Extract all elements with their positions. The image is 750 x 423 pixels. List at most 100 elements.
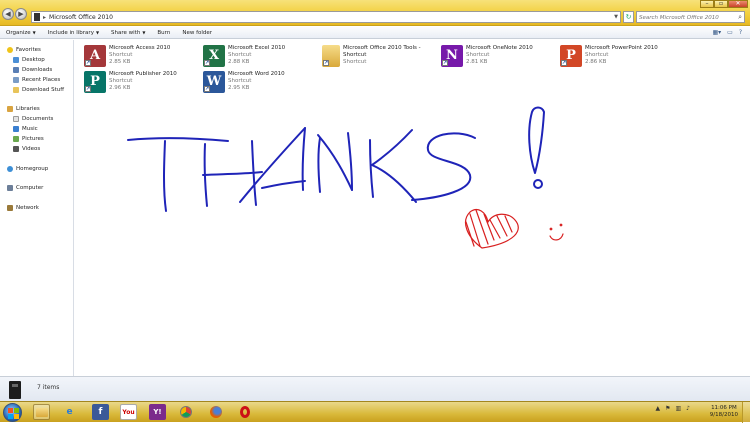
search-box[interactable]: ⌕ bbox=[636, 11, 745, 23]
file-size: 2.85 KB bbox=[109, 59, 131, 65]
taskbar-chrome-button[interactable] bbox=[177, 404, 194, 420]
show-desktop-button[interactable] bbox=[742, 402, 750, 423]
stroke-h-left bbox=[203, 143, 208, 207]
file-item[interactable]: P ↗ Microsoft PowerPoint 2010 Shortcut 2.86… bbox=[560, 45, 658, 69]
clock-time: 11:06 PM bbox=[711, 405, 737, 411]
include-in-library-label: Include in library bbox=[47, 29, 94, 36]
taskbar-ie-button[interactable]: e bbox=[61, 404, 78, 420]
forward-button[interactable]: ▶ bbox=[15, 8, 27, 20]
tray-volume-icon[interactable]: ♪ bbox=[686, 405, 690, 412]
sidebar-item-videos[interactable]: Videos bbox=[13, 144, 40, 153]
smiley-right-eye bbox=[559, 223, 563, 227]
tray-flag-icon[interactable]: ▲ bbox=[655, 405, 660, 412]
search-input[interactable] bbox=[639, 13, 735, 22]
minimize-button[interactable]: – bbox=[700, 0, 714, 8]
file-size: 2.86 KB bbox=[585, 59, 607, 65]
stroke-n-right bbox=[347, 132, 353, 191]
sidebar-item-homegroup[interactable]: Homegroup bbox=[7, 164, 48, 173]
stroke-n-left bbox=[317, 137, 321, 193]
share-with-button[interactable]: Share with ▼ bbox=[105, 30, 151, 36]
file-name: Microsoft Word 2010 bbox=[228, 71, 285, 77]
sidebar-item-recent-places[interactable]: Recent Places bbox=[13, 75, 60, 84]
stroke-n-diag bbox=[317, 134, 353, 191]
clock[interactable]: 11:06 PM 9/18/2010 bbox=[710, 405, 738, 419]
file-type: Shortcut bbox=[228, 52, 252, 58]
sidebar-item-pictures[interactable]: Pictures bbox=[13, 134, 44, 143]
taskbar-facebook-button[interactable]: f bbox=[92, 404, 109, 420]
sidebar-item-computer[interactable]: Computer bbox=[7, 183, 43, 192]
taskbar-explorer-button[interactable] bbox=[33, 404, 50, 420]
taskbar-youtube-button[interactable]: You bbox=[120, 404, 137, 420]
dropdown-arrow-icon: ▼ bbox=[95, 29, 100, 35]
sidebar-item-network[interactable]: Network bbox=[7, 203, 39, 212]
title-bar: ◀ ▶ ▸ Microsoft Office 2010 ▼ ↻ ⌕ – ▫ ✕ bbox=[0, 0, 750, 26]
sidebar-item-favorites[interactable]: Favorites bbox=[7, 45, 41, 54]
include-in-library-button[interactable]: Include in library ▼ bbox=[42, 30, 105, 36]
dropdown-arrow-icon: ▼ bbox=[32, 29, 36, 35]
view-options-icon[interactable]: ▦▾ bbox=[712, 29, 721, 36]
file-item[interactable]: W ↗ Microsoft Word 2010 Shortcut 2.95 KB bbox=[203, 71, 285, 95]
tray-flag-icon[interactable]: ⚑ bbox=[665, 405, 670, 412]
sidebar-item-downloads[interactable]: Downloads bbox=[13, 65, 52, 74]
folder-icon bbox=[34, 13, 40, 21]
maximize-button[interactable]: ▫ bbox=[714, 0, 728, 8]
sidebar-item-label: Music bbox=[22, 125, 38, 132]
file-item[interactable]: P ↗ Microsoft Publisher 2010 Shortcut 2.96 … bbox=[84, 71, 177, 95]
preview-pane-icon[interactable]: ▭ bbox=[727, 29, 733, 36]
folder-icon: ↗ bbox=[322, 45, 340, 67]
system-tray: ▲ ⚑ ▥ ♪ bbox=[655, 405, 690, 412]
chevron-right-icon[interactable]: ▸ bbox=[43, 14, 46, 21]
sidebar-item-label: Download Stuff bbox=[22, 86, 65, 93]
sidebar-item-music[interactable]: Music bbox=[13, 124, 38, 133]
shortcut-arrow-icon: ↗ bbox=[442, 60, 448, 66]
search-icon[interactable]: ⌕ bbox=[738, 13, 742, 22]
close-button[interactable]: ✕ bbox=[728, 0, 748, 8]
refresh-button[interactable]: ↻ bbox=[623, 11, 634, 23]
file-size: 2.88 KB bbox=[228, 59, 250, 65]
sidebar-item-libraries[interactable]: Libraries bbox=[7, 104, 40, 113]
sidebar-item-download-stuff[interactable]: Download Stuff bbox=[13, 85, 64, 94]
sidebar-item-documents[interactable]: Documents bbox=[13, 114, 53, 123]
clock-date: 9/18/2010 bbox=[709, 412, 738, 418]
sidebar-item-label: Homegroup bbox=[16, 165, 49, 172]
stroke-t-stem bbox=[163, 140, 167, 212]
tray-network-icon[interactable]: ▥ bbox=[675, 405, 681, 412]
address-bar[interactable]: ▸ Microsoft Office 2010 ▼ bbox=[31, 11, 621, 23]
organize-button[interactable]: Organize ▼ bbox=[0, 30, 42, 36]
sidebar-item-label: Computer bbox=[16, 184, 44, 191]
breadcrumb[interactable]: Microsoft Office 2010 bbox=[49, 14, 113, 21]
shortcut-arrow-icon: ↗ bbox=[85, 60, 91, 66]
chevron-down-icon[interactable]: ▼ bbox=[614, 14, 618, 20]
sidebar-item-label: Desktop bbox=[22, 56, 45, 63]
burn-button[interactable]: Burn bbox=[151, 30, 176, 36]
file-type: Shortcut bbox=[228, 78, 252, 84]
organize-label: Organize bbox=[6, 29, 31, 36]
file-item[interactable]: X ↗ Microsoft Excel 2010 Shortcut 2.88 KB bbox=[203, 45, 285, 69]
windows-logo-icon bbox=[14, 414, 19, 419]
file-item[interactable]: N ↗ Microsoft OneNote 2010 Shortcut 2.81 KB bbox=[441, 45, 533, 69]
taskbar-firefox-button[interactable] bbox=[207, 404, 224, 420]
help-icon[interactable]: ? bbox=[739, 29, 742, 36]
heart-hatching bbox=[465, 209, 513, 247]
powerpoint-icon: P ↗ bbox=[560, 45, 582, 67]
file-type: Shortcut bbox=[343, 59, 367, 65]
file-item[interactable]: ↗ Microsoft Office 2010 Tools - Shortcut… bbox=[322, 45, 423, 69]
downloads-icon bbox=[13, 66, 19, 73]
smiley-mouth bbox=[549, 233, 564, 241]
computer-tower-icon bbox=[9, 381, 21, 399]
start-button[interactable] bbox=[3, 403, 22, 422]
documents-icon bbox=[13, 115, 19, 122]
music-icon bbox=[13, 125, 19, 132]
yahoo-messenger-icon: Y! bbox=[153, 408, 162, 416]
taskbar: e f You Y! ▲ ⚑ ▥ ♪ 11:06 PM 9/18/2010 bbox=[0, 401, 750, 423]
windows-logo-icon bbox=[8, 414, 13, 419]
back-button[interactable]: ◀ bbox=[2, 8, 14, 20]
pictures-icon bbox=[13, 135, 19, 142]
sidebar-item-desktop[interactable]: Desktop bbox=[13, 55, 45, 64]
taskbar-yahoo-button[interactable]: Y! bbox=[149, 404, 166, 420]
icon-letter: P bbox=[90, 74, 100, 89]
sidebar-item-label: Pictures bbox=[22, 135, 44, 142]
taskbar-opera-button[interactable] bbox=[236, 404, 253, 420]
new-folder-button[interactable]: New folder bbox=[176, 30, 218, 36]
file-item[interactable]: A ↗ Microsoft Access 2010 Shortcut 2.85 KB bbox=[84, 45, 170, 69]
